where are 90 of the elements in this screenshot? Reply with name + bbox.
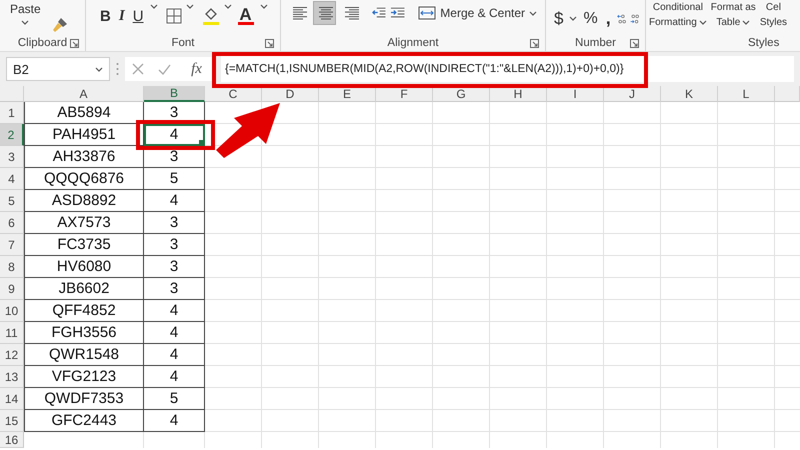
caret-icon[interactable] [150,4,158,9]
table-cell: 4 [144,344,205,366]
merge-center-button[interactable]: Merge & Center [416,1,539,25]
row-header[interactable]: 15 [0,410,24,432]
row-header[interactable]: 14 [0,388,24,410]
table-cell: GFC2443 [24,410,144,432]
caret-icon[interactable] [21,20,30,25]
row-header[interactable]: 16 [0,432,24,448]
styles-button[interactable]: Format as Table [710,0,757,30]
group-label: Clipboard [18,37,68,49]
group-label: Font [171,37,194,49]
fill-color-icon[interactable] [202,6,220,26]
table-cell: 4 [144,410,205,432]
italic-button[interactable]: I [116,4,127,28]
caret-icon[interactable] [569,16,578,21]
row-header[interactable]: 12 [0,344,24,366]
table-cell: 4 [144,190,205,212]
table-cell: 3 [144,278,205,300]
bold-button[interactable]: B [98,4,113,28]
table-cell: 4 [144,300,205,322]
table-cell: AB5894 [24,102,144,124]
row-header[interactable]: 3 [0,146,24,168]
row-header[interactable]: 6 [0,212,24,234]
column-header[interactable]: A [24,86,144,102]
styles-button[interactable]: Cel Styles [758,0,788,30]
underline-button[interactable]: U [130,4,146,28]
table-cell: FGH3556 [24,322,144,344]
currency-button[interactable]: $ [552,6,566,30]
table-cell: 4 [144,322,205,344]
row-header[interactable]: 1 [0,102,24,124]
row-header[interactable]: 13 [0,366,24,388]
group-label: Number [575,37,616,49]
arrow-drawing [216,103,280,158]
table-cell: 3 [144,212,205,234]
percent-button[interactable]: % [581,6,600,30]
table-cell: FC3735 [24,234,144,256]
check-icon[interactable] [158,64,172,74]
borders-icon[interactable] [166,8,182,24]
row-header[interactable]: 8 [0,256,24,278]
table-cell: 3 [144,234,205,256]
caret-icon[interactable] [224,4,232,9]
row-header[interactable]: 4 [0,168,24,190]
dialog-launcher-icon[interactable] [630,39,639,48]
column-header[interactable]: J [604,86,661,102]
grip-icon [116,62,119,76]
table-cell: VFG2123 [24,366,144,388]
row-header[interactable]: 9 [0,278,24,300]
group-label: Styles [748,37,780,49]
merge-icon [418,6,436,20]
formula-field[interactable]: {=MATCH(1,ISNUMBER(MID(A2,ROW(INDIRECT("1:"&LEN(A2))),1)+0)+0,0)} [221,56,794,82]
row-header[interactable]: 5 [0,190,24,212]
font-color-button[interactable]: A [236,4,256,28]
table-cell: 4 [144,366,205,388]
styles-button[interactable]: Conditional Formatting [648,0,708,30]
dialog-launcher-icon[interactable] [530,39,539,48]
row-header[interactable]: 7 [0,234,24,256]
table-cell: JB6602 [24,278,144,300]
table-cell: 3 [144,146,205,168]
table-cell: 5 [144,168,205,190]
dialog-launcher-icon[interactable] [70,39,79,48]
align-center-icon[interactable] [313,1,336,25]
row-header[interactable]: 10 [0,300,24,322]
table-cell: 5 [144,388,205,410]
row-header[interactable]: 11 [0,322,24,344]
comma-style-button[interactable]: , [604,6,613,30]
name-box[interactable]: B2 [6,57,110,81]
table-cell: HV6080 [24,256,144,278]
group-label: Alignment [387,37,439,49]
caret-icon[interactable] [698,20,707,25]
column-header[interactable]: B [144,86,205,102]
caret-icon[interactable] [186,4,194,9]
table-cell: AH33876 [24,146,144,168]
format-painter-icon[interactable] [50,16,69,34]
table-cell: AX7573 [24,212,144,234]
active-cell: 4 [144,124,205,146]
table-cell: 3 [144,256,205,278]
table-cell: QQQQ6876 [24,168,144,190]
caret-icon[interactable] [95,66,103,72]
caret-icon[interactable] [742,20,750,25]
table-cell: ASD8892 [24,190,144,212]
table-cell: QFF4852 [24,300,144,322]
column-header[interactable]: K [661,86,718,102]
row-header[interactable]: 2 [0,124,24,146]
dialog-launcher-icon[interactable] [265,39,274,48]
table-cell: QWR1548 [24,344,144,366]
caret-icon[interactable] [529,10,537,16]
caret-icon[interactable] [260,4,268,9]
table-cell: QWDF7353 [24,388,144,410]
paste-button[interactable]: Paste [6,2,45,25]
column-header[interactable]: L [718,86,775,102]
